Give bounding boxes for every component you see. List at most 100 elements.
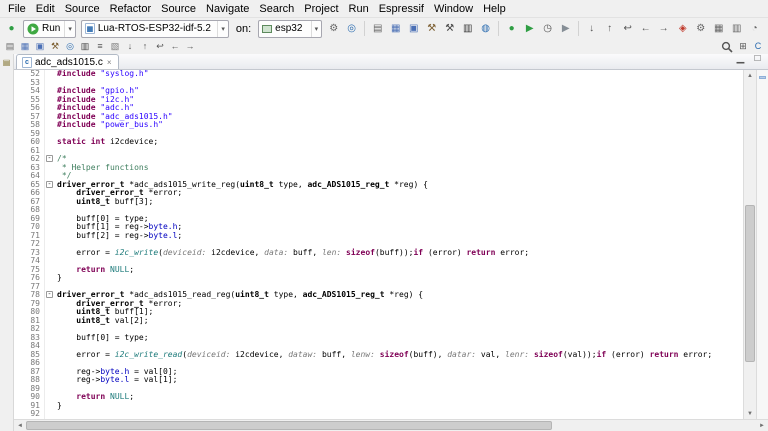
horizontal-scroll-track[interactable]	[26, 420, 756, 431]
overview-mark[interactable]	[759, 76, 766, 79]
save-sub-icon[interactable]: ▦	[18, 40, 32, 53]
launch-target-select[interactable]: esp32 ▾	[258, 19, 323, 38]
menu-file[interactable]: File	[3, 2, 31, 16]
menu-espressif[interactable]: Espressif	[374, 2, 429, 16]
forward-sub-icon[interactable]: →	[183, 40, 197, 53]
fold-margin	[44, 214, 54, 223]
run-history-icon[interactable]: ▶	[521, 20, 538, 37]
code-line: 73 error = i2c_write(deviceid: i2cdevice…	[14, 248, 743, 257]
code-line: 58 #include "power_bus.h"	[14, 120, 743, 130]
fold-margin	[44, 384, 54, 393]
fold-collapse-icon[interactable]: -	[44, 155, 54, 164]
horizontal-scrollbar[interactable]: ◄ ►	[14, 419, 768, 431]
vertical-scrollbar[interactable]: ▲ ▼	[743, 70, 756, 419]
menu-source[interactable]: Source	[156, 2, 201, 16]
code-line: 67 uint8_t buff[3];	[14, 197, 743, 206]
next-annotation-icon[interactable]: ↓	[123, 40, 137, 53]
chevron-down-icon[interactable]: ▾	[64, 20, 75, 37]
toggle-breadcrumb-icon[interactable]: ≡	[93, 40, 107, 53]
build-active-icon[interactable]: ⚒	[423, 20, 440, 37]
partition-table-icon[interactable]: ▦	[710, 20, 727, 37]
code-line: 92	[14, 409, 743, 419]
code-line: 75 return NULL;	[14, 265, 743, 274]
menu-project[interactable]: Project	[299, 2, 343, 16]
minimize-editor-icon[interactable]: ▁	[732, 50, 749, 67]
last-edit-sub-icon[interactable]: ↩	[153, 40, 167, 53]
scroll-right-icon[interactable]: ►	[756, 420, 768, 431]
back-sub-icon[interactable]: ←	[168, 40, 182, 53]
scroll-left-icon[interactable]: ◄	[14, 420, 26, 431]
build-sub-icon[interactable]: ⚒	[48, 40, 62, 53]
overview-ruler[interactable]	[756, 70, 768, 419]
edit-launch-config-icon[interactable]: ◎	[343, 20, 360, 37]
launch-config-select[interactable]: ▦ Lua-RTOS-ESP32-idf-5.2 ▾	[80, 19, 229, 38]
serial-monitor-icon[interactable]: ▥	[728, 20, 745, 37]
menu-run[interactable]: Run	[344, 2, 374, 16]
last-edit-location-icon[interactable]: ↩	[619, 20, 636, 37]
horizontal-scroll-thumb[interactable]	[26, 421, 552, 430]
menu-refactor[interactable]: Refactor	[105, 2, 157, 16]
run-mode-select[interactable]: Run ▾	[23, 19, 76, 38]
menu-source[interactable]: Source	[60, 2, 105, 16]
fold-collapse-icon[interactable]: -	[44, 291, 54, 300]
scroll-up-icon[interactable]: ▲	[744, 70, 756, 81]
code-line: 88 reg->byte.l = val[1];	[14, 375, 743, 385]
previous-annotation-icon[interactable]: ↑	[138, 40, 152, 53]
menu-window[interactable]: Window	[429, 2, 478, 16]
help-icon[interactable]: ?	[764, 20, 768, 37]
scroll-down-icon[interactable]: ▼	[744, 408, 756, 419]
code-text: buff[2] = reg->byte.l;	[57, 230, 183, 240]
fold-margin	[44, 367, 54, 376]
code-surface[interactable]: 52 #include "syslog.h" 53 54 #include "gpio.…	[14, 70, 743, 419]
menu-navigate[interactable]: Navigate	[201, 2, 254, 16]
profile-icon[interactable]: ◷	[539, 20, 556, 37]
fold-margin	[44, 248, 54, 257]
launch-target-settings-icon[interactable]: ⚙	[325, 20, 342, 37]
open-terminal-icon[interactable]: ▥	[459, 20, 476, 37]
code-text: error = i2c_write_read(deviceid: i2cdevi…	[57, 349, 713, 359]
menu-help[interactable]: Help	[478, 2, 511, 16]
toolbar-separator	[364, 21, 366, 36]
menu-search[interactable]: Search	[254, 2, 299, 16]
mark-occurrences-icon[interactable]: ▧	[108, 40, 122, 53]
maximize-editor-icon[interactable]: □	[749, 50, 766, 67]
console-icon[interactable]: ▥	[78, 40, 92, 53]
search-dialog-icon[interactable]: ◍	[477, 20, 494, 37]
next-marker-icon[interactable]: ↓	[583, 20, 600, 37]
save-all-icon[interactable]: ▣	[405, 20, 422, 37]
code-text: }	[57, 400, 62, 410]
vertical-scroll-track[interactable]	[744, 81, 756, 408]
sdk-configuration-icon[interactable]: ⚙	[692, 20, 709, 37]
new-file-dropdown-icon[interactable]: ▤	[3, 40, 17, 53]
build-all-icon[interactable]: ⚒	[441, 20, 458, 37]
editor-tab-bar: c adc_ads1015.c × ▁ □	[14, 53, 768, 70]
new-connection-icon[interactable]: ◎	[63, 40, 77, 53]
fold-margin	[44, 112, 54, 121]
back-icon[interactable]: ←	[637, 20, 654, 37]
tab-adc-ads1015[interactable]: c adc_ads1015.c ×	[16, 54, 119, 69]
fold-margin	[44, 163, 54, 172]
chevron-down-icon[interactable]: ▾	[217, 20, 228, 37]
fold-collapse-icon[interactable]: -	[44, 180, 54, 189]
espressif-tools-icon[interactable]: ◈	[674, 20, 691, 37]
external-tools-icon[interactable]: ▶	[557, 20, 574, 37]
launch-config-icon: ▦	[84, 23, 95, 34]
line-number: 92	[14, 409, 44, 419]
forward-icon[interactable]: →	[655, 20, 672, 37]
code-line: 85 error = i2c_write_read(deviceid: i2cd…	[14, 349, 743, 359]
fold-margin	[44, 87, 54, 96]
menu-edit[interactable]: Edit	[31, 2, 60, 16]
debug-mode-icon[interactable]: ●	[503, 20, 520, 37]
close-icon[interactable]: ×	[106, 58, 113, 67]
save-icon[interactable]: ▦	[387, 20, 404, 37]
debug-icon[interactable]: ●	[3, 20, 20, 37]
vertical-scroll-thumb[interactable]	[745, 205, 755, 363]
save-all-sub-icon[interactable]: ▣	[33, 40, 47, 53]
new-wizard-icon[interactable]: ▤	[369, 20, 386, 37]
heap-tracing-icon[interactable]: ◔	[746, 20, 763, 37]
main-toolbar: ● Run ▾ ▦ Lua-RTOS-ESP32-idf-5.2 ▾ on: e…	[0, 17, 768, 39]
chevron-down-icon[interactable]: ▾	[310, 20, 322, 37]
minimized-view-icon[interactable]: ▤	[1, 57, 13, 69]
previous-marker-icon[interactable]: ↑	[601, 20, 618, 37]
